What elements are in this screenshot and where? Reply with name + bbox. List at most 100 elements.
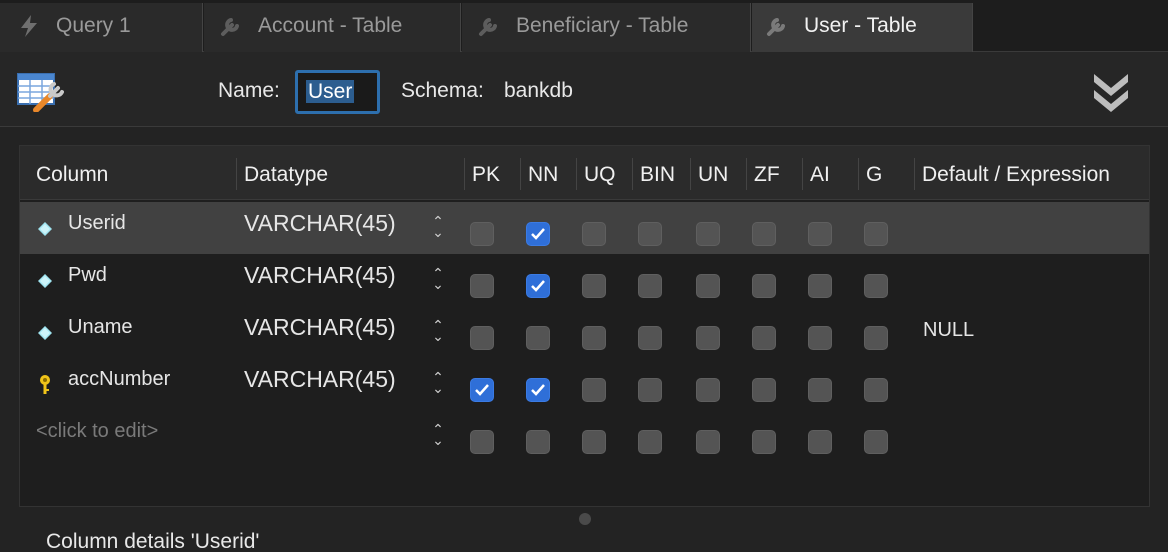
table-name-value: User bbox=[306, 80, 355, 103]
name-label: Name: bbox=[218, 79, 280, 102]
checkmark-icon bbox=[531, 228, 545, 240]
checkbox-bin[interactable] bbox=[638, 378, 662, 402]
checkbox-uq[interactable] bbox=[582, 430, 606, 454]
checkbox-nn[interactable] bbox=[526, 274, 550, 298]
header-nn[interactable]: NN bbox=[528, 163, 558, 187]
checkbox-ai[interactable] bbox=[808, 222, 832, 246]
checkbox-nn[interactable] bbox=[526, 378, 550, 402]
header-separator[interactable] bbox=[802, 158, 803, 190]
wrench-icon bbox=[220, 14, 242, 38]
checkbox-g[interactable] bbox=[864, 378, 888, 402]
header-datatype[interactable]: Datatype bbox=[244, 163, 328, 187]
table-name-input[interactable]: User bbox=[295, 70, 380, 114]
checkbox-bin[interactable] bbox=[638, 222, 662, 246]
columns-grid: Column Datatype PK NN UQ BIN UN ZF AI G … bbox=[19, 145, 1150, 507]
checkbox-pk[interactable] bbox=[470, 430, 494, 454]
new-column-placeholder[interactable]: <click to edit> bbox=[36, 420, 158, 443]
tab-user-table[interactable]: User - Table bbox=[752, 3, 973, 52]
checkbox-ai[interactable] bbox=[808, 378, 832, 402]
checkbox-un[interactable] bbox=[696, 274, 720, 298]
header-separator[interactable] bbox=[236, 158, 237, 190]
header-separator[interactable] bbox=[576, 158, 577, 190]
checkbox-ai[interactable] bbox=[808, 274, 832, 298]
checkbox-uq[interactable] bbox=[582, 378, 606, 402]
checkbox-zf[interactable] bbox=[752, 222, 776, 246]
column-datatype[interactable]: VARCHAR(45) bbox=[244, 262, 396, 289]
checkbox-g[interactable] bbox=[864, 430, 888, 454]
checkbox-g[interactable] bbox=[864, 326, 888, 350]
column-name[interactable]: Uname bbox=[68, 316, 132, 339]
checkbox-un[interactable] bbox=[696, 222, 720, 246]
header-column[interactable]: Column bbox=[36, 163, 108, 187]
tab-bar: Query 1 Account - Table Beneficiary - Ta… bbox=[0, 0, 1168, 52]
checkbox-g[interactable] bbox=[864, 222, 888, 246]
checkbox-zf[interactable] bbox=[752, 274, 776, 298]
header-separator[interactable] bbox=[464, 158, 465, 190]
header-separator[interactable] bbox=[858, 158, 859, 190]
header-pk[interactable]: PK bbox=[472, 163, 500, 187]
header-zf[interactable]: ZF bbox=[754, 163, 780, 187]
checkbox-un[interactable] bbox=[696, 378, 720, 402]
datatype-stepper-icon[interactable]: ⌃ ⌄ bbox=[429, 370, 447, 395]
tab-account-table[interactable]: Account - Table bbox=[204, 3, 461, 52]
header-g[interactable]: G bbox=[866, 163, 882, 187]
header-ai[interactable]: AI bbox=[810, 163, 830, 187]
column-datatype[interactable]: VARCHAR(45) bbox=[244, 366, 396, 393]
datatype-stepper-icon[interactable]: ⌃ ⌄ bbox=[429, 214, 447, 239]
header-separator[interactable] bbox=[632, 158, 633, 190]
table-row[interactable]: Uname VARCHAR(45) ⌃ ⌄ NULL bbox=[20, 306, 1149, 358]
column-name[interactable]: accNumber bbox=[68, 368, 170, 391]
table-row[interactable]: Pwd VARCHAR(45) ⌃ ⌄ bbox=[20, 254, 1149, 306]
checkbox-pk[interactable] bbox=[470, 222, 494, 246]
checkbox-pk[interactable] bbox=[470, 378, 494, 402]
column-name[interactable]: Pwd bbox=[68, 264, 107, 287]
checkbox-zf[interactable] bbox=[752, 326, 776, 350]
checkbox-un[interactable] bbox=[696, 430, 720, 454]
checkbox-uq[interactable] bbox=[582, 274, 606, 298]
tab-beneficiary-table[interactable]: Beneficiary - Table bbox=[462, 3, 751, 52]
checkbox-uq[interactable] bbox=[582, 222, 606, 246]
table-row[interactable]: accNumber VARCHAR(45) ⌃ ⌄ bbox=[20, 358, 1149, 410]
schema-value: bankdb bbox=[504, 79, 573, 102]
header-bin[interactable]: BIN bbox=[640, 163, 675, 187]
header-un[interactable]: UN bbox=[698, 163, 728, 187]
column-datatype[interactable]: VARCHAR(45) bbox=[244, 210, 396, 237]
checkbox-zf[interactable] bbox=[752, 378, 776, 402]
collapse-chevrons-icon[interactable] bbox=[1090, 70, 1132, 114]
checkbox-nn[interactable] bbox=[526, 222, 550, 246]
datatype-stepper-icon[interactable]: ⌃ ⌄ bbox=[429, 266, 447, 291]
tab-label: Query 1 bbox=[56, 14, 131, 37]
column-name[interactable]: Userid bbox=[68, 212, 126, 235]
key-icon bbox=[38, 374, 52, 396]
checkbox-un[interactable] bbox=[696, 326, 720, 350]
wrench-icon bbox=[478, 14, 500, 38]
header-uq[interactable]: UQ bbox=[584, 163, 616, 187]
new-column-row[interactable]: <click to edit> ⌃ ⌄ bbox=[20, 410, 1149, 462]
tab-query-1[interactable]: Query 1 bbox=[0, 3, 203, 52]
header-separator[interactable] bbox=[746, 158, 747, 190]
tab-label: Account - Table bbox=[258, 14, 403, 37]
checkbox-pk[interactable] bbox=[470, 326, 494, 350]
checkbox-pk[interactable] bbox=[470, 274, 494, 298]
datatype-stepper-icon[interactable]: ⌃ ⌄ bbox=[429, 422, 447, 447]
checkmark-icon bbox=[531, 280, 545, 292]
header-separator[interactable] bbox=[520, 158, 521, 190]
header-separator[interactable] bbox=[690, 158, 691, 190]
checkbox-zf[interactable] bbox=[752, 430, 776, 454]
table-row[interactable]: Userid VARCHAR(45) ⌃ ⌄ bbox=[20, 202, 1149, 254]
column-default[interactable]: NULL bbox=[923, 319, 974, 342]
checkbox-bin[interactable] bbox=[638, 274, 662, 298]
checkbox-ai[interactable] bbox=[808, 326, 832, 350]
checkbox-uq[interactable] bbox=[582, 326, 606, 350]
checkbox-bin[interactable] bbox=[638, 430, 662, 454]
checkbox-ai[interactable] bbox=[808, 430, 832, 454]
datatype-stepper-icon[interactable]: ⌃ ⌄ bbox=[429, 318, 447, 343]
checkbox-nn[interactable] bbox=[526, 326, 550, 350]
checkbox-g[interactable] bbox=[864, 274, 888, 298]
checkbox-bin[interactable] bbox=[638, 326, 662, 350]
column-datatype[interactable]: VARCHAR(45) bbox=[244, 314, 396, 341]
splitter-handle[interactable] bbox=[579, 513, 591, 525]
header-separator[interactable] bbox=[914, 158, 915, 190]
header-default-expression[interactable]: Default / Expression bbox=[922, 163, 1110, 187]
checkbox-nn[interactable] bbox=[526, 430, 550, 454]
